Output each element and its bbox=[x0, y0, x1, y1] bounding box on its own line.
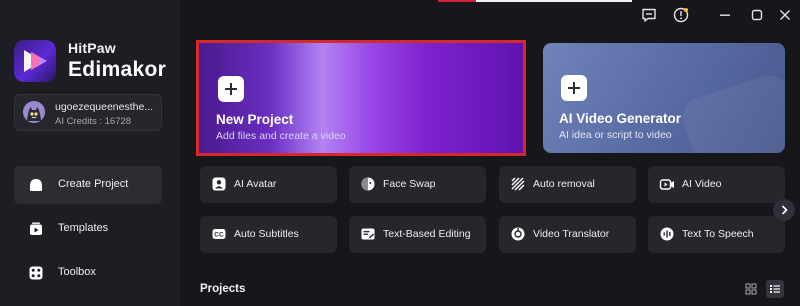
sidebar-item-label: Templates bbox=[58, 222, 109, 234]
auto-subtitles-icon: CC bbox=[212, 229, 226, 239]
svg-text:CC: CC bbox=[214, 232, 224, 239]
sidebar-item-toolbox[interactable]: Toolbox bbox=[14, 254, 162, 292]
account-name: ugoezequeenesthe... bbox=[55, 101, 154, 113]
product-name: Edimakor bbox=[68, 58, 167, 81]
next-tools-button[interactable] bbox=[773, 199, 795, 221]
tool-label: AI Video bbox=[682, 178, 722, 190]
templates-icon bbox=[30, 222, 42, 235]
tool-auto-removal[interactable]: Auto removal bbox=[499, 166, 636, 203]
maximize-icon[interactable] bbox=[748, 6, 766, 24]
new-project-title: New Project bbox=[216, 112, 294, 127]
ai-credits: AI Credits : 16728 bbox=[55, 116, 132, 127]
toolbox-icon bbox=[29, 266, 43, 280]
tool-label: Face Swap bbox=[383, 178, 436, 190]
account-card[interactable]: ugoezequeenesthe... AI Credits : 16728 bbox=[14, 94, 162, 131]
tool-label: Auto Subtitles bbox=[234, 228, 299, 240]
text-to-speech-icon bbox=[660, 227, 674, 241]
new-project-subtitle: Add files and create a video bbox=[216, 130, 346, 142]
ai-video-generator-title: AI Video Generator bbox=[559, 111, 682, 126]
tool-ai-avatar[interactable]: AI Avatar bbox=[200, 166, 337, 203]
face-swap-icon bbox=[361, 177, 375, 191]
ai-video-icon bbox=[659, 179, 674, 190]
grid-view-icon bbox=[745, 283, 757, 295]
avatar bbox=[23, 101, 45, 123]
tool-video-translator[interactable]: Video Translator bbox=[499, 216, 636, 253]
text-based-editing-icon bbox=[361, 228, 375, 240]
grid-view-button[interactable] bbox=[742, 280, 760, 298]
close-icon[interactable] bbox=[776, 6, 794, 24]
list-view-button[interactable] bbox=[766, 280, 784, 298]
list-view-icon bbox=[770, 285, 780, 293]
tool-text-to-speech[interactable]: Text To Speech bbox=[648, 216, 785, 253]
tool-face-swap[interactable]: Face Swap bbox=[349, 166, 486, 203]
sidebar-item-templates[interactable]: Templates bbox=[14, 210, 162, 248]
new-project-card[interactable]: New Project Add files and create a video bbox=[196, 40, 526, 156]
tool-label: Text To Speech bbox=[682, 228, 754, 240]
sidebar: HitPaw Edimakor ugoezequeenesthe... AI C… bbox=[0, 0, 180, 306]
edimakor-logo bbox=[14, 40, 56, 82]
ai-video-generator-card[interactable]: AI Video Generator AI idea or script to … bbox=[543, 43, 785, 153]
sidebar-item-label: Create Project bbox=[58, 178, 129, 190]
tool-label: Auto removal bbox=[533, 178, 595, 190]
notification-icon[interactable] bbox=[672, 6, 690, 24]
ai-avatar-icon bbox=[212, 177, 226, 191]
feedback-icon[interactable] bbox=[640, 6, 658, 24]
plus-icon bbox=[561, 75, 587, 101]
minimize-icon[interactable] bbox=[716, 6, 734, 24]
plus-icon bbox=[218, 76, 244, 102]
ai-video-generator-subtitle: AI idea or script to video bbox=[559, 129, 672, 141]
ai-video-decoration bbox=[677, 70, 785, 153]
sidebar-item-create-project[interactable]: Create Project bbox=[14, 166, 162, 204]
sidebar-item-label: Toolbox bbox=[58, 266, 96, 278]
brand-name: HitPaw bbox=[68, 40, 116, 56]
create-project-icon bbox=[30, 179, 42, 191]
projects-heading: Projects bbox=[200, 283, 246, 295]
tool-label: Video Translator bbox=[533, 228, 610, 240]
tool-text-based-editing[interactable]: Text-Based Editing bbox=[349, 216, 486, 253]
tool-auto-subtitles[interactable]: CC Auto Subtitles bbox=[200, 216, 337, 253]
chevron-right-icon bbox=[781, 205, 788, 215]
video-translator-icon bbox=[511, 227, 525, 241]
auto-removal-icon bbox=[511, 177, 525, 191]
tool-label: AI Avatar bbox=[234, 178, 277, 190]
tool-label: Text-Based Editing bbox=[383, 228, 471, 240]
top-accent-bar bbox=[438, 0, 632, 2]
tool-ai-video[interactable]: AI Video bbox=[648, 166, 785, 203]
